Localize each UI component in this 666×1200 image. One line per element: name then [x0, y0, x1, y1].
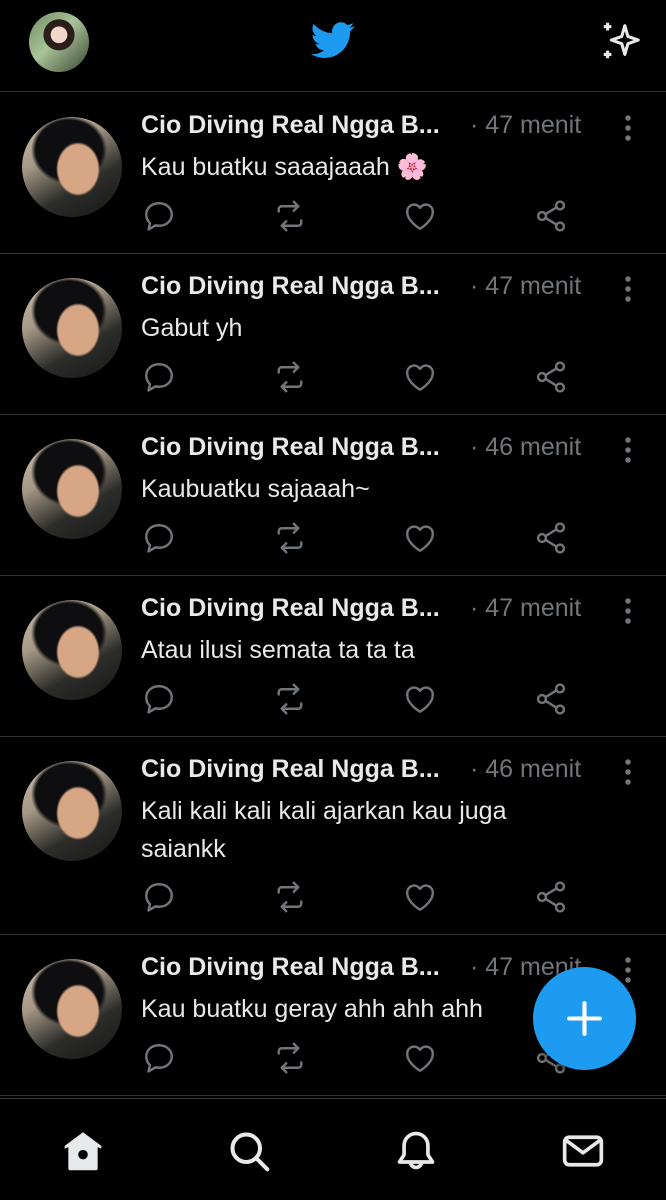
twitter-bird-icon[interactable]	[309, 18, 357, 62]
profile-avatar[interactable]	[29, 12, 89, 72]
reply-icon[interactable]	[141, 520, 177, 556]
avatar[interactable]	[22, 959, 122, 1059]
more-options-icon[interactable]	[613, 435, 643, 465]
notifications-icon[interactable]	[394, 1129, 438, 1173]
avatar[interactable]	[22, 600, 122, 700]
share-icon[interactable]	[533, 681, 569, 717]
retweet-icon[interactable]	[272, 1040, 308, 1076]
tweet-author-name[interactable]: Cio Diving Real Ngga B...	[141, 272, 440, 301]
tweet-text: Atau ilusi semata ta ta ta	[141, 636, 415, 664]
tweet-feed: Cio Diving Real Ngga B... · 47 menit Kau…	[0, 93, 666, 1097]
like-icon[interactable]	[402, 879, 438, 915]
tweet-author-name[interactable]: Cio Diving Real Ngga B...	[141, 755, 440, 784]
reply-icon[interactable]	[141, 198, 177, 234]
like-icon[interactable]	[402, 198, 438, 234]
tweet-author-name[interactable]: Cio Diving Real Ngga B...	[141, 594, 440, 623]
bottom-tab-bar	[0, 1098, 666, 1200]
tweet-text: Gabut yh	[141, 314, 243, 342]
avatar[interactable]	[22, 117, 122, 217]
tweet-text: Kau buatku saaajaaah 🌸	[141, 153, 428, 181]
tweet-actions	[141, 879, 581, 915]
tweet-author-name[interactable]: Cio Diving Real Ngga B...	[141, 433, 440, 462]
share-icon[interactable]	[533, 879, 569, 915]
retweet-icon[interactable]	[272, 359, 308, 395]
like-icon[interactable]	[402, 359, 438, 395]
share-icon[interactable]	[533, 520, 569, 556]
tweet-timestamp[interactable]: · 46 menit	[470, 433, 581, 462]
reply-icon[interactable]	[141, 879, 177, 915]
more-options-icon[interactable]	[613, 596, 643, 626]
tweet-timestamp[interactable]: · 47 menit	[470, 272, 581, 301]
avatar[interactable]	[22, 278, 122, 378]
more-options-icon[interactable]	[613, 757, 643, 787]
tweet[interactable]: Cio Diving Real Ngga B... · 47 menit Ata…	[0, 576, 666, 737]
compose-tweet-button[interactable]	[533, 967, 636, 1070]
tweet[interactable]: Cio Diving Real Ngga B... · 47 menit Gab…	[0, 254, 666, 415]
more-options-icon[interactable]	[613, 274, 643, 304]
more-options-icon[interactable]	[613, 113, 643, 143]
tweet-timestamp[interactable]: · 47 menit	[470, 594, 581, 623]
tweet-actions	[141, 198, 581, 234]
tweet-text: Kau buatku geray ahh ahh ahh	[141, 995, 483, 1023]
tweet-timestamp[interactable]: · 47 menit	[470, 111, 581, 140]
tweet-actions	[141, 681, 581, 717]
home-icon[interactable]	[61, 1129, 105, 1173]
retweet-icon[interactable]	[272, 520, 308, 556]
tweet-timestamp[interactable]: · 46 menit	[470, 755, 581, 784]
search-icon[interactable]	[227, 1129, 271, 1173]
reply-icon[interactable]	[141, 1040, 177, 1076]
tweet-actions	[141, 359, 581, 395]
reply-icon[interactable]	[141, 681, 177, 717]
avatar[interactable]	[22, 439, 122, 539]
tweet-actions	[141, 520, 581, 556]
tweet[interactable]: Cio Diving Real Ngga B... · 46 menit Kau…	[0, 415, 666, 576]
retweet-icon[interactable]	[272, 198, 308, 234]
messages-icon[interactable]	[561, 1129, 605, 1173]
top-bar	[0, 0, 666, 92]
tweet[interactable]: Cio Diving Real Ngga B... · 46 menit Kal…	[0, 737, 666, 935]
tweet-text: Kaubuatku sajaaah~	[141, 475, 370, 503]
reply-icon[interactable]	[141, 359, 177, 395]
like-icon[interactable]	[402, 1040, 438, 1076]
like-icon[interactable]	[402, 681, 438, 717]
tweet[interactable]: Cio Diving Real Ngga B... · 47 menit Kau…	[0, 93, 666, 254]
tweet-text: Kali kali kali kali ajarkan kau juga sai…	[141, 797, 507, 863]
avatar[interactable]	[22, 761, 122, 861]
plus-icon	[567, 1001, 602, 1036]
share-icon[interactable]	[533, 359, 569, 395]
retweet-icon[interactable]	[272, 879, 308, 915]
retweet-icon[interactable]	[272, 681, 308, 717]
tweet-author-name[interactable]: Cio Diving Real Ngga B...	[141, 953, 440, 982]
like-icon[interactable]	[402, 520, 438, 556]
tweet-author-name[interactable]: Cio Diving Real Ngga B...	[141, 111, 440, 140]
tweet-actions	[141, 1040, 581, 1076]
sparkle-icon[interactable]	[598, 18, 644, 64]
share-icon[interactable]	[533, 198, 569, 234]
